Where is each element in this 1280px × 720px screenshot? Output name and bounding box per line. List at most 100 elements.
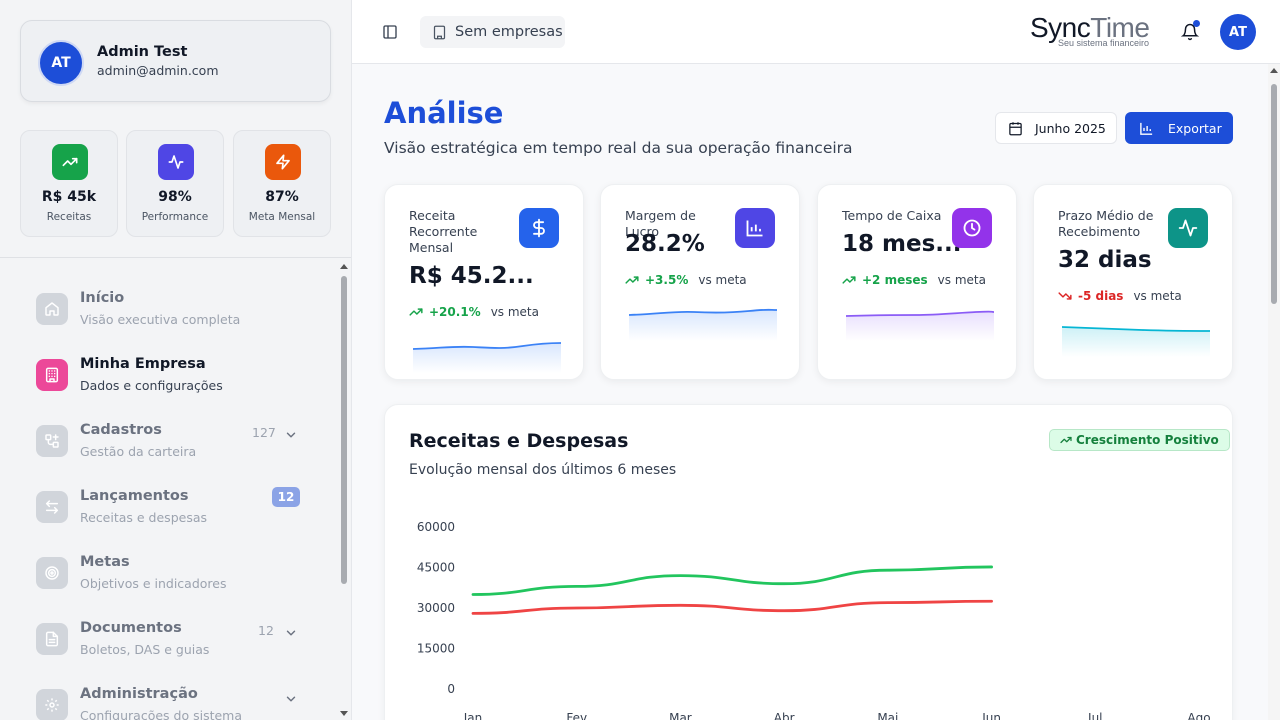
sidebar-item-title: Metas [80, 554, 130, 570]
clock-icon [952, 208, 992, 248]
stat-card-performance[interactable]: 98% Performance [126, 130, 224, 237]
chevron-down-icon[interactable] [284, 625, 298, 644]
sidebar-item-subtitle: Boletos, DAS e guias [80, 642, 210, 657]
gear-icon [36, 689, 68, 720]
notification-badge: 12 [272, 487, 300, 507]
sparkline [413, 342, 561, 373]
trending-up-icon [52, 144, 88, 180]
y-tick-label: 30000 [417, 601, 455, 615]
sidebar-nav: Início Visão executiva completa Minha Em… [20, 270, 330, 720]
sidebar-item-title: Cadastros [80, 422, 162, 438]
sidebar-item-title: Início [80, 290, 125, 306]
trending-up-icon [1060, 436, 1072, 444]
user-name: Admin Test [97, 44, 188, 60]
kpi-trend: -5 dias vs meta [1058, 289, 1182, 303]
sidebar: AT Admin Test admin@admin.com R$ 45k Rec… [0, 0, 352, 720]
trending-up-icon [625, 276, 639, 284]
growth-badge-label: Crescimento Positivo [1076, 433, 1219, 447]
series-line-1 [471, 599, 993, 615]
x-tick-label: Jul [1087, 711, 1102, 720]
sidebar-item-cadastros[interactable]: Cadastros Gestão da carteira 127 [20, 414, 320, 474]
stat-label: Meta Mensal [248, 211, 316, 223]
home-icon [36, 293, 68, 325]
divider [0, 257, 351, 258]
sidebar-item-subtitle: Visão executiva completa [80, 312, 241, 327]
kpi-value: R$ 45.2... [409, 263, 534, 289]
sidebar-item-lancamentos[interactable]: Lançamentos Receitas e despesas 12 [20, 480, 320, 540]
stat-label: Performance [141, 211, 209, 223]
sidebar-item-inicio[interactable]: Início Visão executiva completa [20, 282, 320, 342]
date-picker-button[interactable]: Junho 2025 [995, 112, 1117, 144]
stat-label: Receitas [46, 211, 92, 223]
chevron-down-icon[interactable] [284, 691, 298, 710]
sidebar-item-documentos[interactable]: Documentos Boletos, DAS e guias 12 [20, 612, 320, 672]
stat-value: 87% [265, 189, 299, 205]
chevron-down-icon[interactable] [284, 427, 298, 446]
sidebar-item-metas[interactable]: Metas Objetivos e indicadores [20, 546, 320, 606]
sparkline [629, 308, 777, 341]
stat-card-receitas[interactable]: R$ 45k Receitas [20, 130, 118, 237]
notifications-button[interactable] [1178, 20, 1202, 44]
sidebar-item-count: 127 [252, 425, 276, 440]
kpi-delta: -5 dias [1078, 289, 1124, 303]
sidebar-item-subtitle: Configurações do sistema [80, 708, 243, 720]
main-scrollbar[interactable] [1268, 64, 1280, 720]
company-selector[interactable]: Sem empresas [420, 16, 565, 48]
kpi-delta: +3.5% [645, 273, 689, 287]
dollar-icon [519, 208, 559, 248]
kpi-vs: vs meta [937, 273, 986, 287]
x-tick-label: Jan [463, 711, 483, 720]
series-line-0 [471, 565, 993, 596]
kpi-trend: +3.5% vs meta [625, 273, 747, 287]
export-button[interactable]: Exportar [1125, 112, 1233, 144]
quick-stats: R$ 45k Receitas 98% Performance 87% Meta… [20, 130, 331, 237]
sidebar-item-minha-empresa[interactable]: Minha Empresa Dados e configurações [20, 348, 320, 408]
scrollbar-thumb[interactable] [1271, 84, 1277, 304]
scroll-up-arrow-icon[interactable] [339, 262, 349, 272]
panel-left-icon [383, 25, 397, 39]
avatar: AT [38, 40, 84, 86]
growth-badge: Crescimento Positivo [1049, 429, 1230, 451]
sidebar-toggle-button[interactable] [378, 20, 402, 44]
x-tick-label: Mar [669, 711, 692, 720]
user-avatar-button[interactable]: AT [1220, 14, 1256, 50]
main-content: Análise Visão estratégica em tempo real … [352, 64, 1268, 720]
trending-down-icon [1058, 292, 1072, 300]
kpi-trend: +2 meses vs meta [842, 273, 986, 287]
sidebar-item-title: Administração [80, 686, 198, 702]
kpi-trend: +20.1% vs meta [409, 305, 539, 319]
brand-tagline: Seu sistema financeiro [1058, 38, 1150, 48]
scrollbar-thumb[interactable] [341, 276, 347, 584]
kpi-card-tempo-caixa[interactable]: Tempo de Caixa 18 mes... +2 meses vs met… [817, 184, 1017, 380]
chart-title: Receitas e Despesas [409, 430, 629, 452]
sidebar-item-title: Documentos [80, 620, 182, 636]
sidebar-item-count: 12 [258, 623, 274, 638]
scroll-down-arrow-icon[interactable] [339, 708, 349, 718]
sidebar-item-subtitle: Dados e configurações [80, 378, 223, 393]
building-icon [36, 359, 68, 391]
x-tick-label: Abr [774, 711, 795, 720]
kpi-card-margem-lucro[interactable]: Margem de Lucro 28.2% +3.5% vs meta [600, 184, 800, 380]
y-tick-label: 60000 [417, 520, 455, 534]
sidebar-item-administracao[interactable]: Administração Configurações do sistema [20, 678, 320, 720]
calendar-icon [1009, 121, 1022, 135]
page-subtitle: Visão estratégica em tempo real da sua o… [384, 139, 853, 157]
trending-up-icon [842, 276, 856, 284]
user-profile-card[interactable]: AT Admin Test admin@admin.com [20, 20, 331, 102]
x-tick-label: Mai [877, 711, 898, 720]
sidebar-item-title: Minha Empresa [80, 356, 206, 372]
building-icon [433, 25, 446, 39]
revenue-expense-chart-card: Receitas e Despesas Evolução mensal dos … [384, 404, 1233, 720]
trending-up-icon [409, 308, 423, 316]
kpi-vs: vs meta [490, 305, 539, 319]
kpi-card-prazo-medio[interactable]: Prazo Médio de Recebimento 32 dias -5 di… [1033, 184, 1233, 380]
stat-card-meta-mensal[interactable]: 87% Meta Mensal [233, 130, 331, 237]
kpi-card-receita-recorrente[interactable]: Receita Recorrente Mensal R$ 45.2... +20… [384, 184, 584, 380]
company-name: Sem empresas [455, 24, 563, 40]
kpi-value: 18 mes... [842, 231, 962, 257]
scroll-up-arrow-icon[interactable] [1269, 66, 1279, 76]
kpi-vs: vs meta [1133, 289, 1182, 303]
sidebar-item-title: Lançamentos [80, 488, 189, 504]
sidebar-scrollbar[interactable] [338, 262, 350, 720]
kpi-delta: +2 meses [862, 273, 928, 287]
